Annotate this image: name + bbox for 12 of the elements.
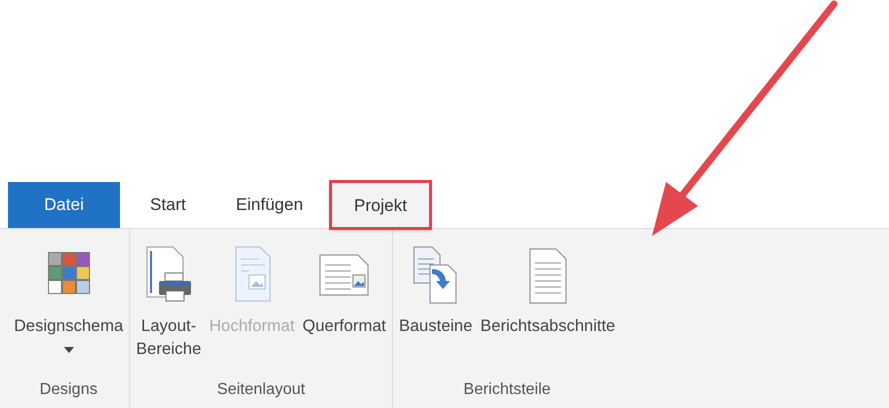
ribbon-button[interactable]: Querformat bbox=[300, 245, 388, 378]
group-label: Designs bbox=[40, 380, 98, 400]
group-label: Berichtsteile bbox=[464, 380, 551, 400]
ribbon-button[interactable]: Bausteine bbox=[397, 245, 474, 378]
ribbon-button[interactable]: Berichtsabschnitte bbox=[478, 245, 618, 378]
ribbon-button[interactable]: Designschema bbox=[12, 245, 126, 378]
file-tab[interactable]: Datei bbox=[8, 182, 120, 228]
ribbon-button[interactable]: Layout- Bereiche bbox=[134, 245, 204, 378]
ribbon-tab[interactable]: Projekt bbox=[331, 182, 430, 228]
ribbon-tab[interactable]: Start bbox=[128, 182, 208, 228]
ribbon-tab[interactable]: Einfügen bbox=[214, 182, 326, 228]
group-label: Seitenlayout bbox=[217, 380, 306, 400]
